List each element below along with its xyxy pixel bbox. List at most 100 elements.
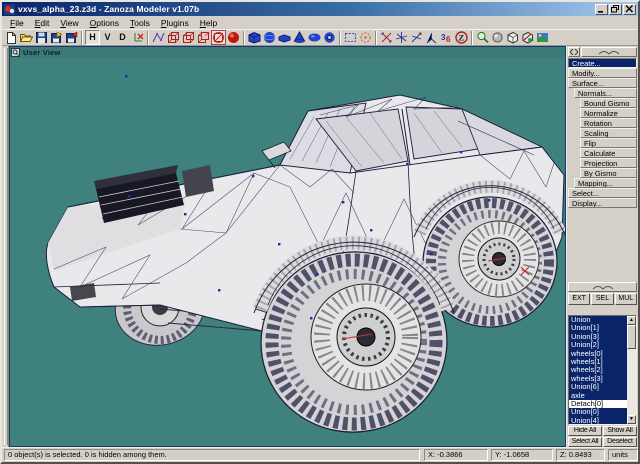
cmd-normalize[interactable]: Normalize: [580, 108, 637, 118]
save-icon[interactable]: [34, 30, 49, 45]
tool-numeric-icon[interactable]: 36: [439, 30, 454, 45]
cmd-by-gismo[interactable]: By Gismo: [580, 168, 637, 178]
swoosh-icon: [592, 286, 613, 290]
minimize-button[interactable]: [595, 3, 608, 15]
cmd-display[interactable]: Display...: [568, 198, 637, 208]
menu-help[interactable]: Help: [195, 17, 223, 29]
list-item[interactable]: wheels[3]: [569, 374, 627, 384]
panel-dock-button[interactable]: [568, 47, 580, 57]
close-button[interactable]: [623, 3, 636, 15]
view-horizontal-icon[interactable]: H: [85, 30, 100, 45]
menu-plugins[interactable]: Plugins: [156, 17, 195, 29]
list-collapse-button[interactable]: [568, 282, 637, 292]
swoosh-icon: [598, 51, 620, 55]
dock-gutter: [2, 46, 9, 447]
list-item[interactable]: wheels[1]: [569, 357, 627, 367]
scrollbar-thumb[interactable]: [627, 325, 636, 349]
restore-icon: [611, 5, 619, 13]
list-item[interactable]: Union: [569, 316, 627, 325]
list-scrollbar[interactable]: ▲ ▼: [627, 316, 636, 424]
primitive-ellipsoid-icon[interactable]: [307, 30, 322, 45]
cmd-rotation[interactable]: Rotation: [580, 118, 637, 128]
status-y-coordinate: Y: -1.0658: [491, 449, 553, 461]
open-icon[interactable]: [19, 30, 34, 45]
new-icon[interactable]: [4, 30, 19, 45]
restore-button[interactable]: [609, 3, 622, 15]
primitive-slab-icon[interactable]: [277, 30, 292, 45]
import-file-icon[interactable]: [49, 30, 64, 45]
cmd-modify[interactable]: Modify...: [568, 68, 637, 78]
list-item[interactable]: Union[3]: [569, 332, 627, 342]
title-bar[interactable]: vxvs_alpha_23.z3d - Zanoza Modeler v1.07…: [2, 2, 638, 16]
texture-box-icon[interactable]: [520, 30, 535, 45]
texture-world-icon[interactable]: [535, 30, 550, 45]
primitive-cone-icon[interactable]: [292, 30, 307, 45]
list-item[interactable]: wheels[0]: [569, 349, 627, 358]
view-vertical-icon[interactable]: V: [100, 30, 115, 45]
menu-edit[interactable]: Edit: [30, 17, 56, 29]
wire-cube-3-icon[interactable]: [196, 30, 211, 45]
tool-scale-star-icon[interactable]: [394, 30, 409, 45]
command-panel: Create... Modify... Surface... Normals..…: [566, 46, 638, 447]
list-item[interactable]: Union[1]: [569, 324, 627, 333]
tool-rotate-star-icon[interactable]: [409, 30, 424, 45]
wire-cube-disabled-icon[interactable]: [211, 30, 226, 45]
scroll-down-icon[interactable]: ▼: [627, 415, 636, 424]
list-item[interactable]: axle: [569, 391, 627, 400]
wire-cube-2-icon[interactable]: [181, 30, 196, 45]
primitive-sphere-icon[interactable]: [262, 30, 277, 45]
wire-cube-1-icon[interactable]: [166, 30, 181, 45]
list-item[interactable]: Union[2]: [569, 341, 627, 350]
menu-file[interactable]: File: [5, 17, 30, 29]
red-sphere-icon[interactable]: [226, 30, 241, 45]
svg-text:6: 6: [446, 35, 451, 44]
list-item[interactable]: wheels[2]: [569, 366, 627, 375]
primitive-box-icon[interactable]: [247, 30, 262, 45]
show-all-button[interactable]: Show All: [603, 426, 637, 436]
tool-axis-tripod-icon[interactable]: [424, 30, 439, 45]
select-circle-icon[interactable]: [358, 30, 373, 45]
cmd-normals[interactable]: Normals...: [574, 88, 637, 98]
list-item[interactable]: Union[0]: [569, 408, 627, 417]
cmd-projection[interactable]: Projection: [580, 158, 637, 168]
render-sphere-icon[interactable]: [490, 30, 505, 45]
cmd-surface[interactable]: Surface...: [568, 78, 637, 88]
zoom-magnifier-icon[interactable]: [475, 30, 490, 45]
cmd-select[interactable]: Select...: [568, 188, 637, 198]
export-file-icon[interactable]: [64, 30, 79, 45]
hide-all-button[interactable]: Hide All: [568, 426, 602, 436]
axes-hide-icon[interactable]: [130, 30, 145, 45]
view-divided-icon[interactable]: D: [115, 30, 130, 45]
deselect-button[interactable]: Deselect: [603, 437, 637, 447]
select-marquee-icon[interactable]: [343, 30, 358, 45]
status-bar: 0 object(s) is selected. 0 is hidden amo…: [2, 447, 638, 462]
menu-view[interactable]: View: [55, 17, 84, 29]
viewport-label-bar: User View: [10, 47, 565, 58]
cmd-create[interactable]: Create...: [568, 58, 637, 68]
cmd-scaling[interactable]: Scaling: [580, 128, 637, 138]
menu-tools[interactable]: Tools: [125, 17, 156, 29]
scroll-up-icon[interactable]: ▲: [627, 316, 636, 325]
list-item[interactable]: Detach[0]: [569, 399, 627, 409]
select-all-button[interactable]: Select All: [568, 437, 602, 447]
cmd-calculate[interactable]: Calculate: [580, 148, 637, 158]
vertex-mode-icon[interactable]: [151, 30, 166, 45]
user-view-viewport[interactable]: User View: [9, 46, 566, 447]
viewport-menu-icon[interactable]: [11, 48, 20, 57]
list-item[interactable]: Union[4]: [569, 416, 627, 424]
panel-collapse-button[interactable]: [581, 47, 637, 57]
cmd-flip[interactable]: Flip: [580, 138, 637, 148]
cmd-mapping[interactable]: Mapping...: [574, 178, 637, 188]
ext-mode-button[interactable]: EXT: [568, 293, 591, 305]
zmodeler-disabled-icon[interactable]: Z: [454, 30, 469, 45]
object-list[interactable]: Union Union[1] Union[3] Union[2] wheels[…: [568, 315, 637, 425]
cmd-bound-gismo[interactable]: Bound Gismo: [580, 98, 637, 108]
wireframe-car-model: [45, 75, 565, 433]
render-cube-icon[interactable]: [505, 30, 520, 45]
menu-options[interactable]: Options: [85, 17, 125, 29]
sel-mode-button[interactable]: SEL: [591, 293, 614, 305]
tool-move-star-icon[interactable]: [379, 30, 394, 45]
mul-mode-button[interactable]: MUL: [614, 293, 637, 305]
list-item[interactable]: Union[6]: [569, 383, 627, 392]
primitive-torus-icon[interactable]: [322, 30, 337, 45]
